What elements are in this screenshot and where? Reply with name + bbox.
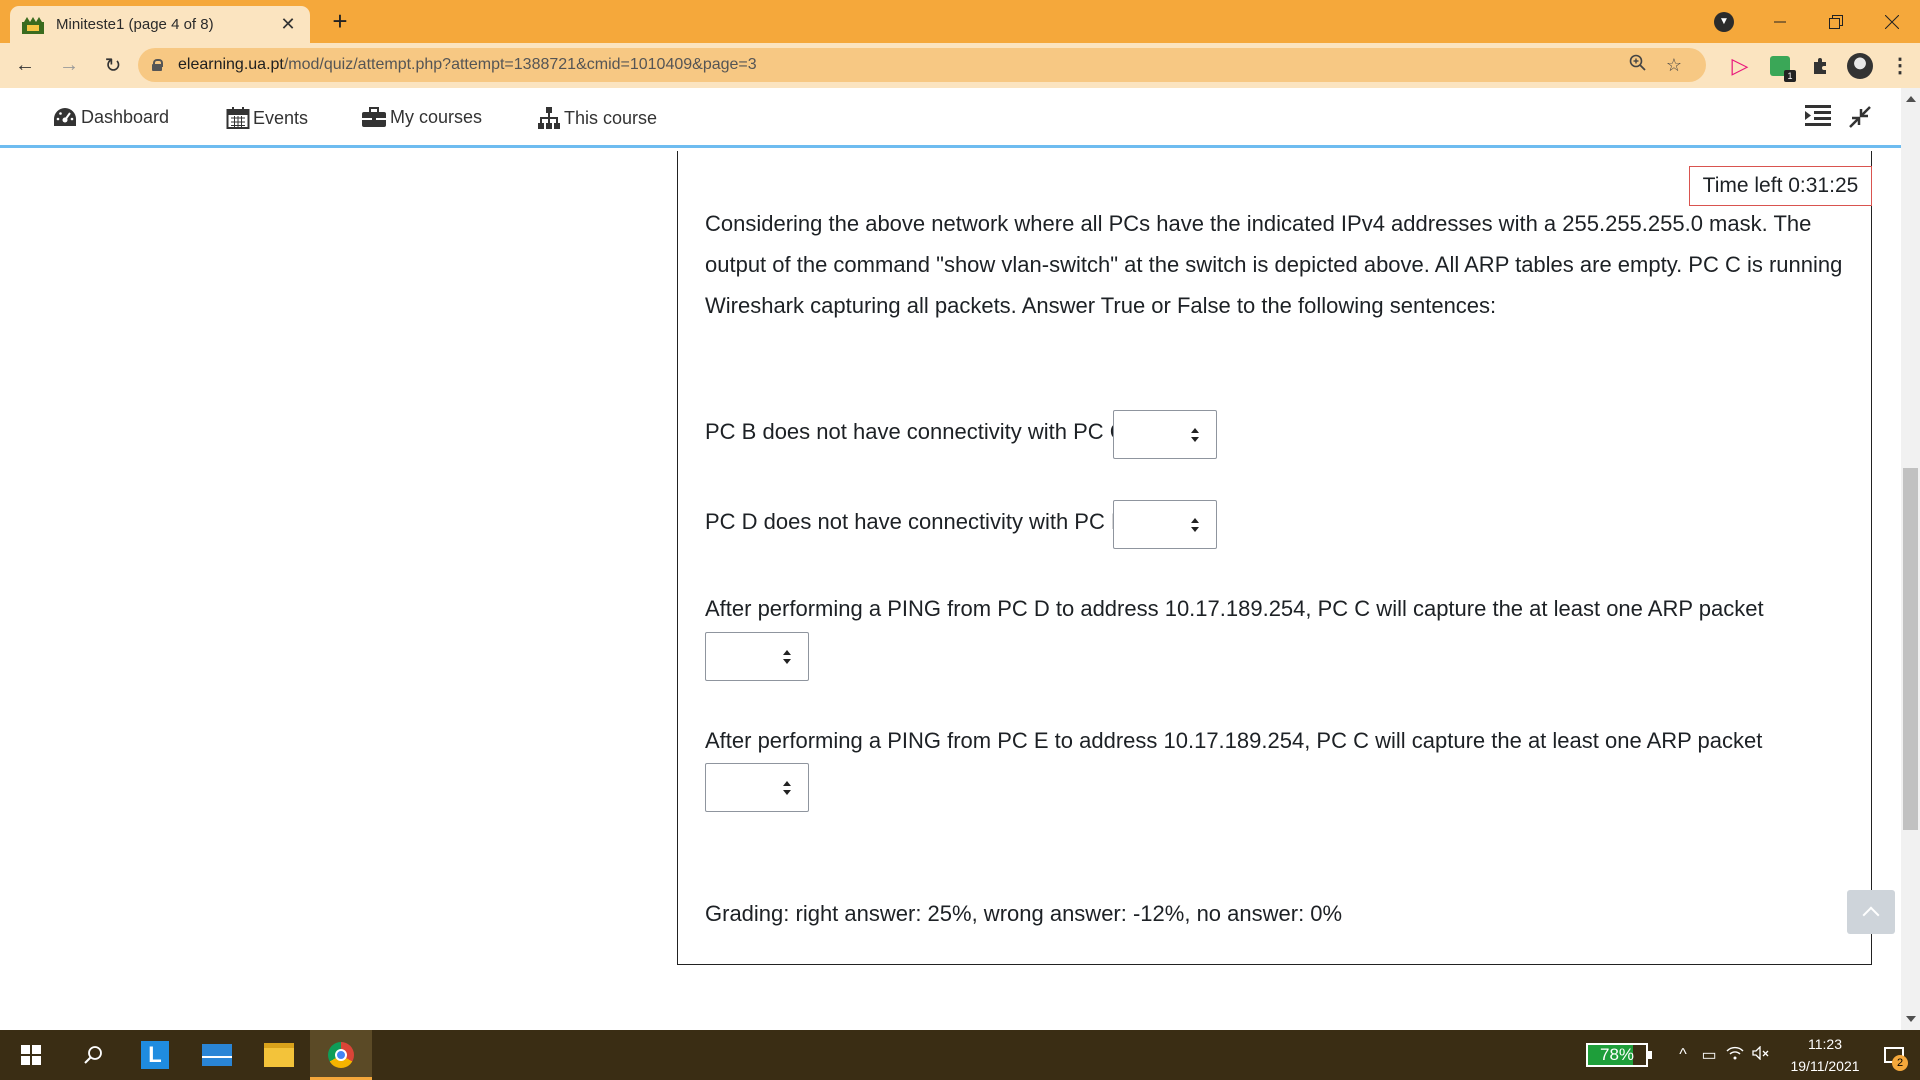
url-text: elearning.ua.pt/mod/quiz/attempt.php?att… [178, 56, 1620, 74]
calendar-icon [226, 107, 250, 129]
fullscreen-toggle-button[interactable] [1849, 106, 1871, 128]
question-text: Considering the above network where all … [705, 211, 1843, 318]
sitemap-icon [538, 107, 560, 129]
answer-select-1[interactable] [1113, 410, 1217, 459]
answer-select-3[interactable] [705, 632, 809, 681]
taskbar-search-button[interactable] [62, 1030, 124, 1080]
shield-extension-icon[interactable]: 1 [1760, 43, 1800, 88]
scroll-up-arrow-icon[interactable] [1906, 96, 1916, 102]
close-icon [1885, 14, 1899, 29]
battery-indicator[interactable]: 78% [1586, 1043, 1652, 1067]
scroll-down-arrow-icon[interactable] [1906, 1016, 1916, 1022]
tab-title: Miniteste1 (page 4 of 8) [56, 16, 214, 33]
moodle-favicon-icon [22, 16, 44, 34]
search-icon [84, 1046, 102, 1064]
chevron-down-icon: ▼ [1714, 11, 1734, 32]
nav-my-courses[interactable]: My courses [361, 106, 482, 128]
answer-select-4[interactable] [705, 763, 809, 812]
briefcase-icon [362, 107, 386, 127]
nav-my-courses-label: My courses [390, 106, 483, 127]
windows-taskbar: L 78% ^ ▭ 11:23 19/11/2021 2 [0, 1030, 1920, 1080]
tab-close-icon[interactable]: ✕ [278, 14, 298, 35]
l-app-icon: L [141, 1041, 169, 1069]
chrome-icon [328, 1042, 354, 1068]
url-host: elearning.ua.pt [178, 56, 284, 73]
minimize-icon [1774, 21, 1786, 22]
battery-percent: 78% [1599, 1045, 1635, 1064]
dashboard-icon [54, 108, 76, 126]
statement-4: After performing a PING from PC E to add… [705, 728, 1763, 753]
browser-menu-icon[interactable]: ⋮ [1880, 43, 1920, 88]
restore-button[interactable] [1808, 0, 1864, 43]
folder-icon [264, 1043, 294, 1067]
url-path: /mod/quiz/attempt.php?attempt=1388721&cm… [283, 56, 757, 73]
address-bar[interactable]: elearning.ua.pt/mod/quiz/attempt.php?att… [138, 48, 1706, 82]
lock-icon [152, 59, 163, 71]
drawer-toggle-button[interactable] [1805, 104, 1831, 126]
nav-dashboard[interactable]: Dashboard [52, 106, 169, 128]
statement-1: PC B does not have connectivity with PC … [705, 419, 1126, 444]
battery-icon[interactable]: ▭ [1696, 1045, 1722, 1065]
taskbar-chrome[interactable] [310, 1030, 372, 1080]
nav-this-course-label: This course [564, 107, 658, 128]
list-indent-icon [1805, 105, 1831, 126]
puzzle-extensions-icon[interactable] [1800, 43, 1840, 88]
new-tab-button[interactable]: + [325, 6, 355, 36]
page-scrollbar[interactable] [1901, 88, 1920, 1030]
tab-search-button[interactable]: ▼ [1696, 0, 1752, 43]
back-button[interactable]: ← [6, 47, 44, 85]
sort-arrows-icon [1191, 517, 1200, 532]
scroll-thumb[interactable] [1903, 468, 1918, 830]
nav-events-label: Events [253, 107, 309, 128]
windows-logo-icon [21, 1045, 41, 1065]
browser-tab-strip: Miniteste1 (page 4 of 8) ✕ + ▼ [0, 0, 1920, 43]
sort-arrows-icon [783, 780, 792, 795]
notification-count: 2 [1892, 1055, 1908, 1071]
sort-arrows-icon [1191, 427, 1200, 442]
extensions-area: ▷ 1 ⋮ [1720, 43, 1920, 88]
window-controls: ▼ [1696, 0, 1920, 43]
taskbar-file-explorer[interactable] [248, 1030, 310, 1080]
forward-button[interactable]: → [50, 47, 88, 85]
minimize-button[interactable] [1752, 0, 1808, 43]
browser-toolbar: ← → ↻ elearning.ua.pt/mod/quiz/attempt.p… [0, 43, 1920, 88]
start-button[interactable] [0, 1030, 62, 1080]
restore-icon [1829, 14, 1843, 29]
notification-center-button[interactable]: 2 [1868, 1030, 1920, 1080]
back-to-top-button[interactable] [1847, 890, 1895, 934]
profile-avatar[interactable] [1840, 43, 1880, 88]
reload-icon: ↻ [104, 55, 122, 77]
system-clock[interactable]: 11:23 19/11/2021 [1782, 1033, 1868, 1077]
browser-tab[interactable]: Miniteste1 (page 4 of 8) ✕ [10, 6, 310, 43]
bookmark-star-icon[interactable]: ☆ [1656, 55, 1692, 76]
statement-2: PC D does not have connectivity with PC … [705, 509, 1126, 534]
arrow-left-icon: ← [15, 54, 35, 76]
nav-dashboard-label: Dashboard [81, 106, 170, 127]
play-extension-icon[interactable]: ▷ [1720, 43, 1760, 88]
sort-arrows-icon [783, 649, 792, 664]
chevron-up-icon[interactable]: ^ [1670, 1046, 1696, 1064]
moodle-navbar: Dashboard Events My courses This course [0, 88, 1901, 148]
answer-select-2[interactable] [1113, 500, 1217, 549]
nav-this-course[interactable]: This course [537, 106, 657, 130]
taskbar-mail[interactable] [186, 1030, 248, 1080]
wifi-icon[interactable] [1722, 1046, 1748, 1065]
clock-time: 11:23 [1808, 1036, 1842, 1052]
taskbar-app-l[interactable]: L [124, 1030, 186, 1080]
close-window-button[interactable] [1864, 0, 1920, 43]
zoom-icon[interactable] [1620, 54, 1656, 77]
compress-icon [1849, 106, 1871, 128]
system-tray: 78% ^ ▭ 11:23 19/11/2021 2 [1586, 1030, 1920, 1080]
arrow-right-icon: → [59, 54, 79, 76]
clock-date: 19/11/2021 [1790, 1058, 1860, 1074]
volume-muted-icon[interactable] [1748, 1044, 1774, 1065]
reload-button[interactable]: ↻ [94, 47, 132, 85]
quiz-timer: Time left 0:31:25 [1689, 166, 1872, 206]
grading-info: Grading: right answer: 25%, wrong answer… [705, 901, 1343, 926]
statement-3: After performing a PING from PC D to add… [705, 596, 1764, 621]
nav-events[interactable]: Events [226, 106, 308, 130]
mail-icon [202, 1044, 232, 1066]
